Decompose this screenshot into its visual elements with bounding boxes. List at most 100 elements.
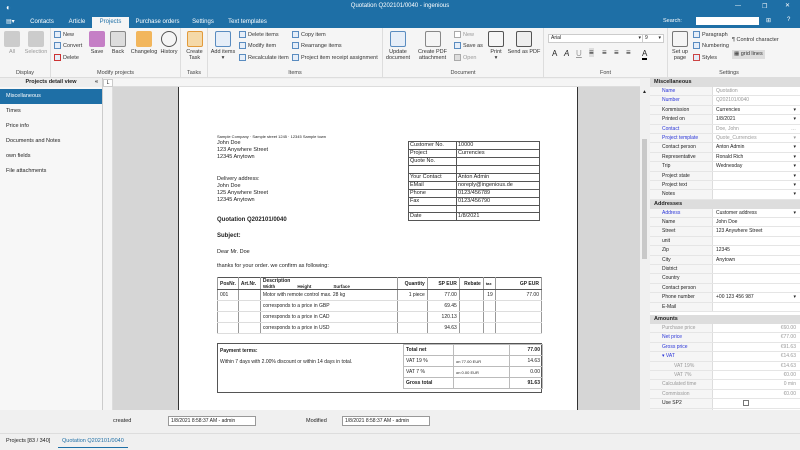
property-row[interactable]: Number Q202101/0040 bbox=[650, 96, 800, 106]
property-value[interactable]: €0.00 bbox=[713, 371, 800, 379]
convert-button[interactable]: Convert bbox=[54, 42, 82, 51]
property-row[interactable]: Address Customer address ▾ bbox=[650, 208, 800, 219]
property-row[interactable]: Contact person Anton Admin ▾ bbox=[650, 143, 800, 153]
property-row[interactable]: Project state ▾ bbox=[650, 171, 800, 181]
property-row[interactable]: Country bbox=[650, 274, 800, 284]
maximize-button[interactable]: ❐ bbox=[762, 3, 767, 10]
document-page[interactable]: Sample Company · Sample street 1245 · 12… bbox=[178, 87, 578, 410]
tab-purchase-orders[interactable]: Purchase orders bbox=[129, 17, 186, 28]
property-row[interactable]: Net price €77.00 bbox=[650, 333, 800, 343]
section-addresses[interactable]: Addresses bbox=[650, 199, 800, 209]
send-pdf-button[interactable]: Send as PDF bbox=[507, 31, 541, 55]
property-value[interactable]: Anton Admin ▾ bbox=[713, 143, 800, 151]
property-value[interactable] bbox=[713, 399, 800, 407]
property-value[interactable]: €77.00 bbox=[713, 333, 800, 341]
create-task-button[interactable]: Create Task bbox=[184, 31, 205, 61]
tab-projects-list[interactable]: Projects [83 / 340] bbox=[6, 438, 50, 444]
dropdown-arrow-icon[interactable]: ▾ bbox=[793, 106, 796, 115]
all-button[interactable]: All bbox=[3, 31, 21, 55]
property-row[interactable]: Calculated time 0 min bbox=[650, 380, 800, 390]
doc-new-button[interactable]: New bbox=[454, 31, 474, 40]
property-value[interactable]: 12345 bbox=[713, 246, 800, 254]
open-button[interactable]: Open bbox=[454, 54, 476, 63]
minimize-button[interactable]: — bbox=[735, 3, 741, 9]
horizontal-ruler[interactable] bbox=[113, 79, 640, 87]
property-value[interactable]: €0.00 bbox=[713, 390, 800, 398]
nav-documents-notes[interactable]: Documents and Notes bbox=[0, 134, 102, 149]
property-row[interactable]: VAT 19% €14.63 bbox=[650, 361, 800, 371]
dropdown-arrow-icon[interactable]: ▾ bbox=[793, 190, 796, 199]
property-value[interactable] bbox=[713, 237, 800, 245]
property-row[interactable]: Use SP2 bbox=[650, 399, 800, 409]
property-value[interactable]: Wednesday ▾ bbox=[713, 162, 800, 170]
property-value[interactable]: 123 Anywhere Street bbox=[713, 227, 800, 235]
checkbox[interactable]: ✓ bbox=[743, 409, 749, 410]
dropdown-arrow-icon[interactable]: ▾ bbox=[793, 172, 796, 181]
rearrange-items-button[interactable]: Rearrange items bbox=[292, 42, 342, 51]
changelog-button[interactable]: Changelog bbox=[130, 31, 158, 55]
receipt-assignment-button[interactable]: Project item receipt assignment bbox=[292, 54, 378, 63]
property-value[interactable]: Q202101/0040 bbox=[713, 96, 800, 104]
delete-items-button[interactable]: Delete items bbox=[239, 31, 279, 40]
property-value[interactable] bbox=[713, 265, 800, 273]
dropdown-arrow-icon[interactable]: ▾ bbox=[793, 115, 796, 124]
ellipsis-button[interactable]: … bbox=[791, 125, 796, 134]
font-size-select[interactable]: 9 ▾ bbox=[642, 34, 664, 43]
property-row[interactable]: Commission €0.00 bbox=[650, 389, 800, 400]
property-value[interactable]: 1/8/2021 ▾ bbox=[713, 115, 800, 123]
save-as-button[interactable]: Save as bbox=[454, 42, 483, 51]
control-character-button[interactable]: ¶ Control character bbox=[732, 36, 779, 45]
justify-icon[interactable]: ≡ bbox=[626, 48, 631, 57]
nav-miscellaneous[interactable]: Miscellaneous bbox=[0, 89, 102, 104]
property-value[interactable]: +00 123 456 987 ▾ bbox=[713, 293, 800, 301]
property-row[interactable]: Printed on 1/8/2021 ▾ bbox=[650, 115, 800, 125]
property-row[interactable]: Use customer disco ✓ bbox=[650, 408, 800, 410]
help-button[interactable]: ? bbox=[787, 17, 790, 23]
tab-contacts[interactable]: Contacts bbox=[22, 17, 62, 28]
property-value[interactable]: ✓ bbox=[713, 409, 800, 410]
scroll-thumb[interactable] bbox=[642, 139, 647, 259]
update-document-button[interactable]: Update document bbox=[384, 31, 412, 61]
paragraph-button[interactable]: Paragraph bbox=[693, 31, 728, 40]
grid-lines-button[interactable]: ▦ grid lines bbox=[732, 50, 765, 59]
add-items-button[interactable]: Add items ▾ bbox=[210, 31, 236, 61]
app-menu-icon[interactable]: ▤▾ bbox=[6, 18, 15, 25]
property-row[interactable]: Gross price €91.63 bbox=[650, 342, 800, 353]
property-row[interactable]: Street 123 Anywhere Street bbox=[650, 227, 800, 237]
property-value[interactable]: Anytown bbox=[713, 256, 800, 264]
property-value[interactable]: Ronald Rich ▾ bbox=[713, 153, 800, 161]
property-value[interactable]: Quote_Currencies ▾ bbox=[713, 134, 800, 142]
nav-times[interactable]: Times bbox=[0, 104, 102, 119]
delete-button[interactable]: Delete bbox=[54, 54, 79, 63]
section-miscellaneous[interactable]: Miscellaneous bbox=[650, 78, 800, 87]
property-row[interactable]: VAT 7% €0.00 bbox=[650, 370, 800, 381]
close-button[interactable]: ✕ bbox=[785, 2, 790, 9]
property-row[interactable]: Name John Doe bbox=[650, 218, 800, 228]
property-value[interactable]: €60.00 bbox=[713, 324, 800, 332]
tab-quotation[interactable]: Quotation Q202101/0040 bbox=[58, 438, 128, 448]
property-row[interactable]: City Anytown bbox=[650, 255, 800, 266]
property-value[interactable]: €91.63 bbox=[713, 343, 800, 351]
align-center-icon[interactable]: ≡ bbox=[602, 48, 607, 57]
property-row[interactable]: Zip 12345 bbox=[650, 246, 800, 256]
align-right-icon[interactable]: ≡ bbox=[614, 48, 619, 57]
property-value[interactable]: Customer address ▾ bbox=[713, 209, 800, 217]
property-value[interactable] bbox=[713, 274, 800, 282]
copy-item-button[interactable]: Copy item bbox=[292, 31, 326, 40]
property-value[interactable]: €14.63 bbox=[713, 362, 800, 370]
property-row[interactable]: Representative Ronald Rich ▾ bbox=[650, 152, 800, 163]
vertical-ruler[interactable] bbox=[103, 87, 113, 410]
tab-settings[interactable]: Settings bbox=[186, 17, 220, 28]
property-row[interactable]: Trip Wednesday ▾ bbox=[650, 162, 800, 172]
property-value[interactable]: John Doe bbox=[713, 218, 800, 226]
property-row[interactable]: ▾ VAT €14.63 bbox=[650, 352, 800, 362]
property-value[interactable]: 0 min bbox=[713, 380, 800, 388]
recalculate-item-button[interactable]: Recalculate item bbox=[239, 54, 289, 63]
section-amounts[interactable]: Amounts bbox=[650, 314, 800, 324]
italic-icon[interactable]: A bbox=[564, 49, 569, 58]
print-button[interactable]: Print ▾ bbox=[487, 31, 505, 61]
nav-file-attachments[interactable]: File attachments bbox=[0, 164, 102, 179]
property-value[interactable]: ▾ bbox=[713, 190, 800, 198]
save-button[interactable]: Save bbox=[88, 31, 106, 55]
tab-article[interactable]: Article bbox=[62, 17, 92, 28]
